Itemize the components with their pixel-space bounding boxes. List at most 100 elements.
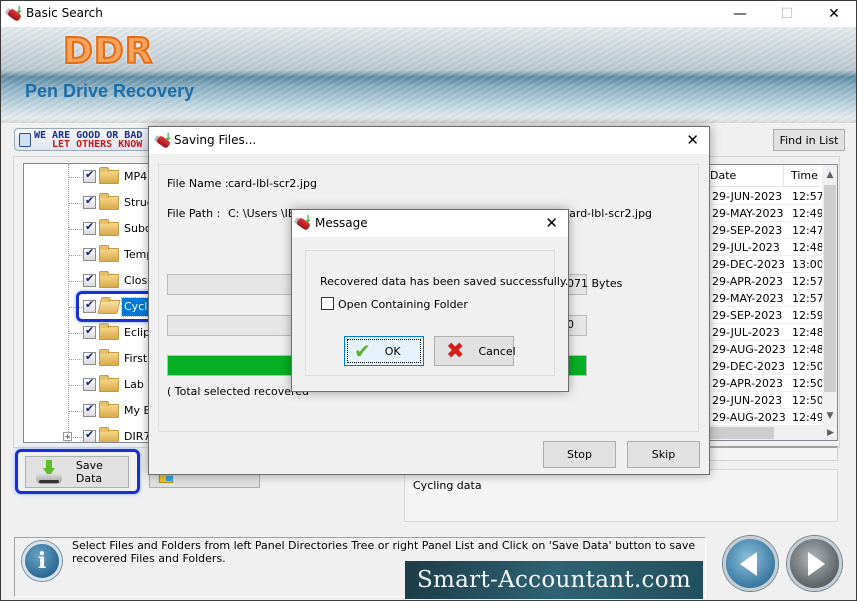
list-row[interactable]: 29-DEC-2023 12:50 [706,358,824,375]
scroll-down-icon[interactable]: ▼ [822,408,837,425]
tree-item-checkbox[interactable] [83,376,96,391]
maximize-button[interactable]: ☐ [764,1,810,27]
vertical-scroll-thumb[interactable] [824,185,836,392]
product-name: Pen Drive Recovery [25,81,195,101]
row-time: 12:49 [792,207,824,220]
tree-connector [68,177,82,178]
tree-item-checkbox[interactable] [83,272,96,287]
row-time: 12:57 [792,275,824,288]
list-row[interactable]: 29-DEC-2023 13:00 [706,256,824,273]
tree-connector [68,281,82,282]
row-date: 29-MAY-2023 [712,292,784,305]
tree-item[interactable]: MP4 [68,167,152,187]
tree-item[interactable]: Templates [68,245,152,265]
main-window: ↓ Basic Search — ☐ ✕ DDR Pen Drive Recov… [0,0,857,601]
folder-icon [99,401,119,418]
file-path-value-start: C: \Users \IB [228,207,296,220]
file-list[interactable]: Date Time 29-JUN-2023 12:57 29-MAY-2023 12:… [705,164,838,441]
column-header-date[interactable]: Date [706,165,784,187]
tree-item-label: MP4 [124,170,148,183]
tree-item[interactable]: First [68,349,152,369]
row-time: 12:59 [792,309,824,322]
list-row[interactable]: 29-JUL-2023 12:48 [706,239,824,256]
arrow-right-icon [808,551,825,576]
tree-item[interactable]: Subdirectory [68,219,152,239]
thumbs-up-icon [19,133,31,147]
ok-button[interactable]: ✔ OK [344,336,424,366]
skip-button[interactable]: Skip [627,441,700,468]
row-date: 29-SEP-2023 [712,309,783,322]
tree-connector [68,203,82,204]
tree-connector [68,333,82,334]
row-time: 12:47 [792,224,824,237]
scroll-up-icon[interactable]: ▲ [822,167,837,184]
folder-icon [99,427,119,442]
message-dialog-close-button[interactable]: ✕ [545,214,558,232]
minimize-button[interactable]: — [717,1,763,27]
back-button[interactable] [723,536,778,591]
tree-item[interactable]: Closed [68,271,152,291]
next-button[interactable] [787,536,842,591]
list-row[interactable]: 29-APR-2023 12:57 [706,273,824,290]
list-row[interactable]: 29-JUN-2023 12:50 [706,392,824,409]
message-dialog-titlebar: ↓ Message ✕ [292,210,568,237]
tree-item-checkbox[interactable] [83,350,96,365]
close-button[interactable]: ✕ [811,1,857,27]
rate-us-banner[interactable]: WE ARE GOOD OR BAD LET OTHERS KNOW [14,128,154,151]
description-text: Cycling data [413,479,482,492]
folder-icon [99,167,119,184]
folder-icon [99,323,119,340]
list-row[interactable]: 29-APR-2023 12:50 [706,375,824,392]
saving-dialog-close-button[interactable]: ✕ [686,131,699,149]
list-row[interactable]: 29-SEP-2023 12:59 [706,307,824,324]
vertical-scrollbar[interactable]: ▲ ▼ [822,165,837,425]
tree-item-checkbox[interactable] [83,402,96,417]
info-icon: i [22,541,62,581]
list-row[interactable]: 29-JUN-2023 12:57 [706,188,824,205]
scroll-right-icon[interactable]: ▶ [827,425,834,440]
tree-connector [68,437,82,438]
saving-dialog-title: Saving Files... [174,133,257,147]
tree-item[interactable]: +DIR7 [63,427,152,443]
open-folder-checkbox[interactable] [321,297,334,310]
title-bar: ↓ Basic Search — ☐ ✕ [1,1,856,27]
tree-item-checkbox[interactable] [83,220,96,235]
tree-item-checkbox[interactable] [83,194,96,209]
arrow-left-icon [740,551,757,576]
checkmark-icon: ✔ [354,339,371,363]
tree-item[interactable]: Structured [68,193,152,213]
stop-button[interactable]: Stop [543,441,616,468]
folder-icon [99,349,119,366]
row-date: 29-JUN-2023 [712,394,783,407]
horizontal-scrollbar[interactable]: ▶ [706,425,837,440]
header-banner: DDR Pen Drive Recovery [1,27,856,123]
list-row[interactable]: 29-AUG-2023 12:49 [706,409,824,426]
tree-item-label: DIR7 [124,430,151,443]
row-time: 12:50 [792,377,824,390]
tree-item[interactable]: My Ebooks [68,401,152,421]
open-folder-checkbox-label[interactable]: Open Containing Folder [338,298,468,311]
tree-item[interactable]: Eclipse [68,323,152,343]
file-name-label: File Name : [167,177,229,190]
list-row[interactable]: 29-MAY-2023 12:49 [706,205,824,222]
selected-item-highlight [76,291,156,322]
brand-banner[interactable]: Smart-Accountant.com [405,561,703,599]
find-in-list-button[interactable]: Find in List [773,129,845,151]
tree-item-checkbox[interactable] [83,324,96,339]
tree-item-checkbox[interactable] [83,428,96,442]
download-to-drive-icon [36,460,62,484]
horizontal-scroll-thumb[interactable] [706,427,774,439]
tree-item[interactable]: Lab Work [68,375,152,395]
list-row[interactable]: 29-AUG-2023 12:48 [706,341,824,358]
list-row[interactable]: 29-JUL-2023 12:48 [706,324,824,341]
tree-item-checkbox[interactable] [83,246,96,261]
column-header-time[interactable]: Time [784,165,821,187]
save-data-button[interactable]: Save Data [25,456,129,488]
red-x-icon: ✖ [446,338,465,364]
row-date: 29-APR-2023 [712,275,784,288]
row-time: 12:50 [792,394,824,407]
cancel-button[interactable]: ✖ Cancel [434,336,516,366]
list-row[interactable]: 29-MAY-2023 12:57 [706,290,824,307]
list-row[interactable]: 29-SEP-2023 12:47 [706,222,824,239]
tree-item-checkbox[interactable] [83,168,96,183]
